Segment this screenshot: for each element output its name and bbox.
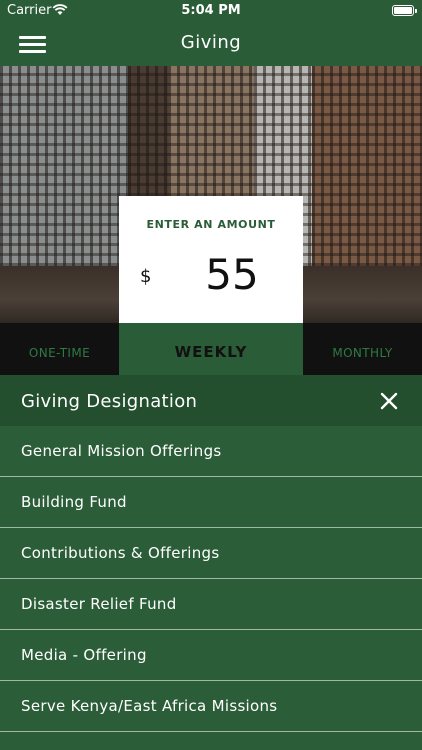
designation-title: Giving Designation [21,391,198,412]
list-item-label: General Mission Offerings [21,442,222,460]
amount-card[interactable]: ENTER AN AMOUNT $ 55 [119,196,303,323]
list-item[interactable]: Building Fund [0,477,422,528]
currency-symbol: $ [140,266,152,287]
tab-weekly[interactable]: WEEKLY [119,323,303,375]
building [0,66,128,266]
list-item-label: Contributions & Offerings [21,544,220,562]
page-title: Giving [180,32,242,53]
list-item[interactable]: Media - Offering [0,630,422,681]
list-item-label: Disaster Relief Fund [21,595,177,613]
building [312,66,422,266]
list-item-label: Media - Offering [21,646,147,664]
designation-header: Giving Designation [0,375,422,426]
list-item[interactable]: Disaster Relief Fund [0,579,422,630]
tab-weekly-label: WEEKLY [174,343,248,361]
status-bar: Carrier 5:04 PM [0,0,422,22]
list-item-label: Serve Kenya/East Africa Missions [21,697,278,715]
tab-one-time-label: ONE-TIME [28,346,91,360]
list-item-label: Building Fund [21,493,127,511]
battery-icon [392,5,417,16]
amount-label: ENTER AN AMOUNT [146,218,276,231]
tab-one-time[interactable]: ONE-TIME [0,323,119,375]
list-item[interactable]: Serve Kenya/East Africa Missions [0,681,422,732]
list-item[interactable]: General Mission Offerings [0,426,422,477]
tab-monthly[interactable]: MONTHLY [303,323,422,375]
tab-monthly-label: MONTHLY [332,346,393,360]
nav-bar: Giving [0,22,422,66]
designation-list: General Mission Offerings Building Fund … [0,426,422,732]
close-icon[interactable] [378,390,400,412]
status-time: 5:04 PM [181,3,241,18]
list-item[interactable]: Contributions & Offerings [0,528,422,579]
amount-input[interactable]: 55 [177,250,287,299]
